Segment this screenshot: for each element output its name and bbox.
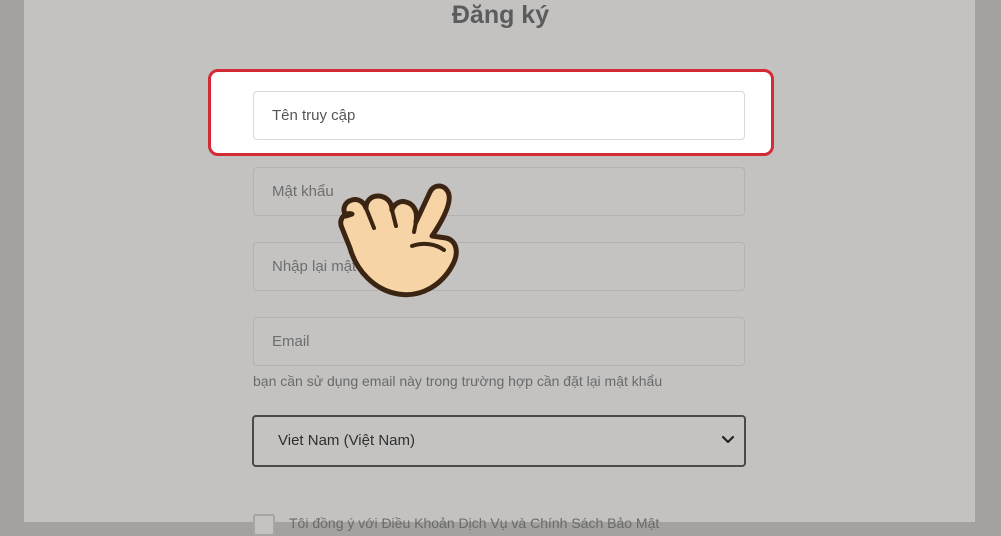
pointing-hand-icon xyxy=(338,183,459,298)
page-title: Đăng ký xyxy=(451,1,550,29)
terms-row: Tôi đồng ý với Điều Khoản Dịch Vụ và Chí… xyxy=(253,512,753,536)
country-select[interactable]: Viet Nam (Việt Nam) xyxy=(252,415,746,467)
country-select-value: Viet Nam (Việt Nam) xyxy=(278,432,415,449)
terms-checkbox[interactable] xyxy=(253,514,275,536)
email-hint: bạn cần sử dụng email này trong trường h… xyxy=(253,373,663,389)
terms-label: Tôi đồng ý với Điều Khoản Dịch Vụ và Chí… xyxy=(289,515,660,531)
email-input[interactable] xyxy=(253,317,745,366)
chevron-down-icon xyxy=(721,435,735,444)
password-input[interactable] xyxy=(253,167,745,216)
confirm-password-input[interactable] xyxy=(253,242,745,291)
username-input[interactable] xyxy=(253,91,745,140)
